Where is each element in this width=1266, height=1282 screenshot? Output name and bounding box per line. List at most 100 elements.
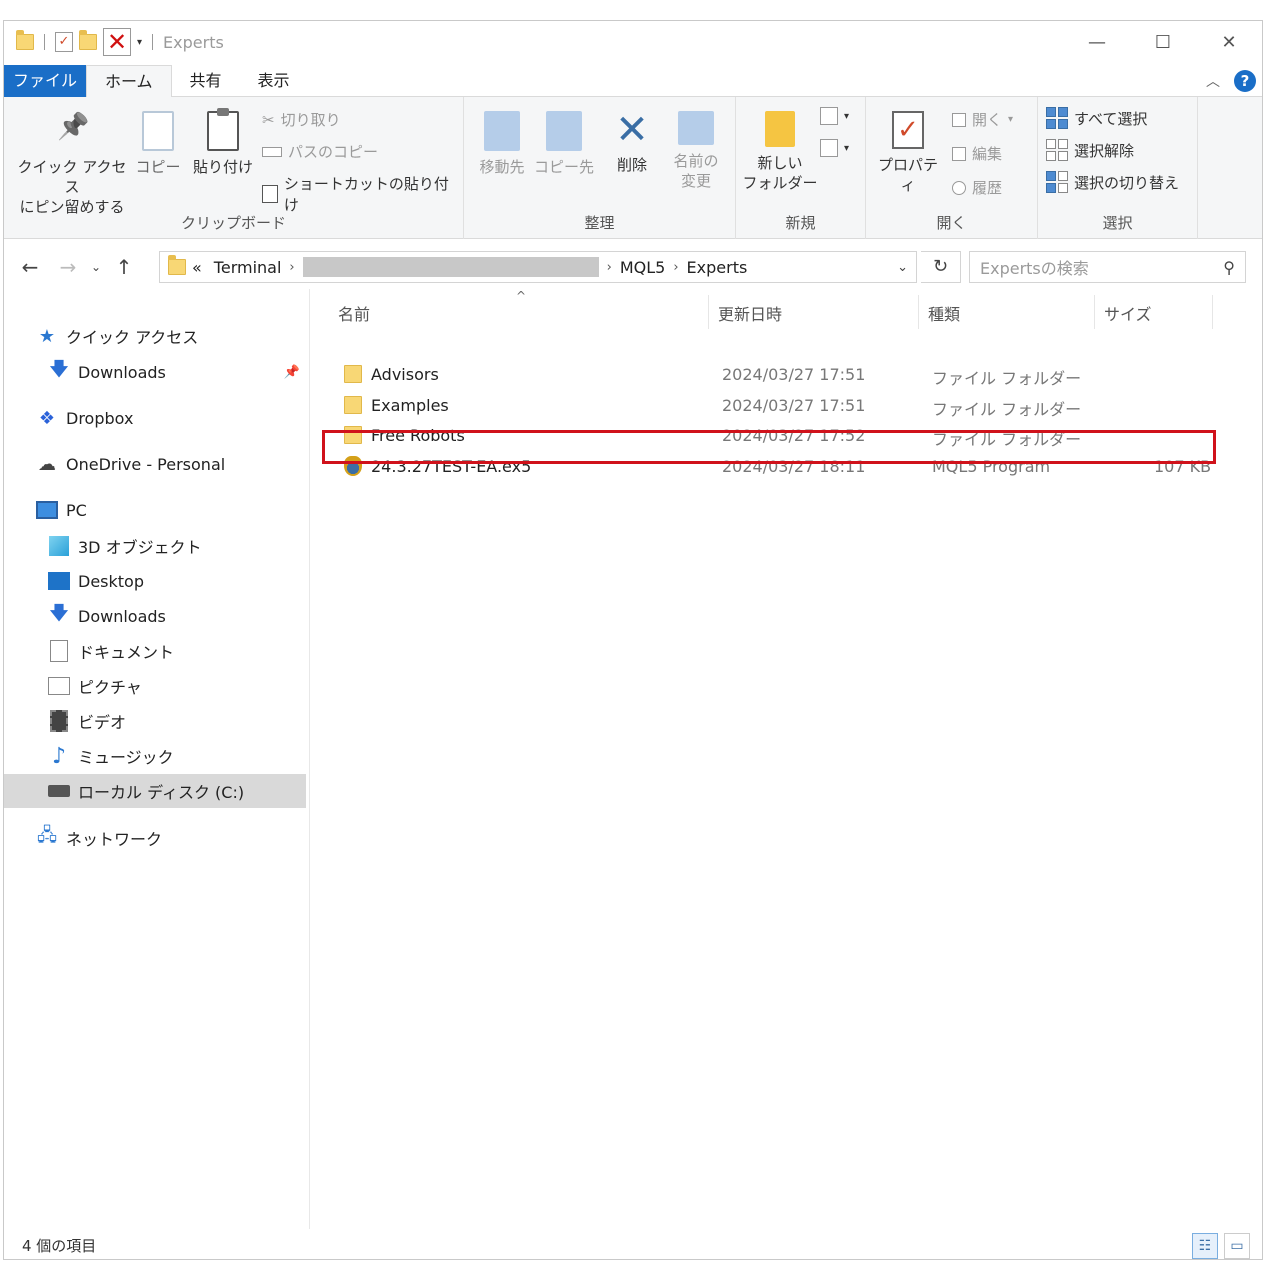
column-divider[interactable] xyxy=(918,295,919,329)
copy-to-button[interactable]: コピー先 xyxy=(534,111,594,177)
nav-local-disk[interactable]: ローカル ディスク (C:) xyxy=(4,774,306,808)
tab-file[interactable]: ファイル xyxy=(4,65,86,97)
nav-label: Desktop xyxy=(78,571,144,591)
cut-button[interactable]: ✂ 切り取り xyxy=(262,109,341,130)
list-item[interactable]: Examples 2024/03/27 17:51 ファイル フォルダー xyxy=(324,390,1214,420)
search-input[interactable]: Expertsの検索 ⚲ xyxy=(969,251,1246,283)
column-date[interactable]: 更新日時 xyxy=(718,301,782,325)
breadcrumb-overflow[interactable]: « xyxy=(192,258,202,277)
column-divider[interactable] xyxy=(1212,295,1213,329)
picture-icon xyxy=(48,675,70,697)
nav-downloads[interactable]: 🡇 Downloads xyxy=(4,599,306,633)
select-none-label: 選択解除 xyxy=(1074,141,1135,160)
rename-icon xyxy=(678,111,714,145)
select-group-label: 選択 xyxy=(1102,214,1133,232)
folder-icon[interactable] xyxy=(16,30,34,50)
new-folder-icon[interactable] xyxy=(79,30,97,50)
invert-selection-button[interactable]: 選択の切り替え xyxy=(1046,171,1179,193)
copy-label: コピー xyxy=(135,158,181,176)
ribbon-collapse-icon[interactable]: ︿ xyxy=(1206,71,1220,91)
select-none-icon xyxy=(1046,139,1068,161)
column-divider[interactable] xyxy=(1094,295,1095,329)
tab-share[interactable]: 共有 xyxy=(172,65,240,97)
new-group: 新しい フォルダー ▾ ▾ 新規 xyxy=(736,97,866,239)
open-button[interactable]: 開く ▾ xyxy=(952,109,1013,130)
nav-downloads-pinned[interactable]: 🡇 Downloads 📌 xyxy=(4,355,306,389)
rename-button[interactable]: 名前の 変更 xyxy=(664,111,728,191)
back-arrow-icon[interactable]: ← xyxy=(16,255,44,279)
cloud-icon: ☁ xyxy=(38,453,56,475)
breadcrumb-mql5[interactable]: MQL5 xyxy=(620,258,666,277)
history-button[interactable]: 履歴 xyxy=(952,177,1002,198)
forward-arrow-icon[interactable]: → xyxy=(54,255,82,279)
tab-view[interactable]: 表示 xyxy=(240,65,308,97)
delete-button[interactable]: ✕ 削除 xyxy=(608,109,656,175)
status-bar: 4 個の項目 ☷ ▭ xyxy=(4,1229,1262,1259)
minimize-icon[interactable]: — xyxy=(1064,21,1130,63)
move-to-button[interactable]: 移動先 xyxy=(474,111,530,177)
select-all-button[interactable]: すべて選択 xyxy=(1046,107,1147,129)
nav-videos[interactable]: ビデオ xyxy=(4,704,306,738)
search-placeholder: Expertsの検索 xyxy=(980,259,1089,278)
recent-locations-icon[interactable]: ⌄ xyxy=(82,260,110,274)
nav-pictures[interactable]: ピクチャ xyxy=(4,669,306,703)
details-view-icon[interactable]: ☷ xyxy=(1192,1233,1218,1259)
up-arrow-icon[interactable]: ↑ xyxy=(110,255,138,279)
nav-dropbox[interactable]: ❖ Dropbox xyxy=(4,401,306,435)
customize-dropdown-icon[interactable]: ▾ xyxy=(137,37,142,48)
nav-pc[interactable]: PC xyxy=(4,493,306,527)
nav-network[interactable]: 🖧 ネットワーク xyxy=(4,821,306,855)
column-type[interactable]: 種類 xyxy=(928,301,960,325)
breadcrumb-experts[interactable]: Experts xyxy=(687,258,748,277)
item-type: ファイル フォルダー xyxy=(932,400,1082,419)
properties-icon[interactable]: ✓ xyxy=(55,32,73,52)
nav-music[interactable]: ♪ ミュージック xyxy=(4,739,306,773)
dropbox-icon: ❖ xyxy=(38,407,56,429)
refresh-icon[interactable]: ↻ xyxy=(921,251,961,283)
nav-onedrive[interactable]: ☁ OneDrive - Personal xyxy=(4,447,306,481)
copy-path-button[interactable]: パスのコピー xyxy=(262,141,378,162)
folder-icon xyxy=(344,396,362,414)
maximize-icon[interactable]: ☐ xyxy=(1130,21,1196,63)
clipboard-group-label: クリップボード xyxy=(180,214,286,232)
new-group-label: 新規 xyxy=(785,214,816,232)
pin-icon[interactable]: 📌 xyxy=(284,365,300,380)
breadcrumb-chevron-icon[interactable]: › xyxy=(607,260,612,275)
invert-selection-icon xyxy=(1046,171,1068,193)
breadcrumb-chevron-icon[interactable]: › xyxy=(289,260,294,275)
open-label: 開く xyxy=(972,111,1003,129)
properties-button[interactable]: ✓ プロパティ xyxy=(872,111,944,195)
pin-quick-access-button[interactable]: クイック アクセス にピン留めする xyxy=(12,117,132,217)
copy-button[interactable]: コピー xyxy=(132,111,184,177)
delete-icon[interactable]: ✕ xyxy=(103,28,131,56)
easy-access-button[interactable]: ▾ xyxy=(820,139,849,157)
select-none-button[interactable]: 選択解除 xyxy=(1046,139,1134,161)
new-item-button[interactable]: ▾ xyxy=(820,107,849,125)
nav-quick-access[interactable]: ★ クイック アクセス xyxy=(4,319,306,353)
paste-button[interactable]: 貼り付け xyxy=(188,108,258,177)
nav-3d-objects[interactable]: 3D オブジェクト xyxy=(4,529,306,563)
new-folder-button[interactable]: 新しい フォルダー xyxy=(742,111,818,193)
column-name[interactable]: 名前 xyxy=(338,301,370,325)
address-dropdown-icon[interactable]: ⌄ xyxy=(897,260,908,275)
column-divider[interactable] xyxy=(708,295,709,329)
breadcrumb-chevron-icon[interactable]: › xyxy=(673,260,678,275)
list-item[interactable]: Advisors 2024/03/27 17:51 ファイル フォルダー xyxy=(324,359,1214,389)
help-icon[interactable]: ? xyxy=(1234,69,1256,92)
nav-desktop[interactable]: Desktop xyxy=(4,564,306,598)
breadcrumb-terminal[interactable]: Terminal xyxy=(214,258,282,277)
column-size[interactable]: サイズ xyxy=(1104,301,1152,325)
disk-icon xyxy=(48,780,70,802)
nav-documents[interactable]: ドキュメント xyxy=(4,634,306,668)
tab-home[interactable]: ホーム xyxy=(86,65,172,98)
nav-label: ビデオ xyxy=(78,713,127,732)
navigation-bar: ← → ⌄ ↑ « Terminal › › MQL5 › Experts ⌄ … xyxy=(4,247,1262,287)
large-icons-view-icon[interactable]: ▭ xyxy=(1224,1233,1250,1259)
edit-button[interactable]: 編集 xyxy=(952,143,1002,164)
explorer-window: ✓ ✕ ▾ Experts — ☐ ✕ ファイル ホーム 共有 表示 ︿ ? ク… xyxy=(3,20,1263,1260)
close-icon[interactable]: ✕ xyxy=(1196,21,1262,63)
paste-shortcut-button[interactable]: ショートカットの貼り付け xyxy=(262,173,463,215)
pin-label-1: クイック アクセス xyxy=(17,158,127,196)
window-controls: — ☐ ✕ xyxy=(1064,21,1262,63)
address-bar[interactable]: « Terminal › › MQL5 › Experts ⌄ xyxy=(159,251,917,283)
